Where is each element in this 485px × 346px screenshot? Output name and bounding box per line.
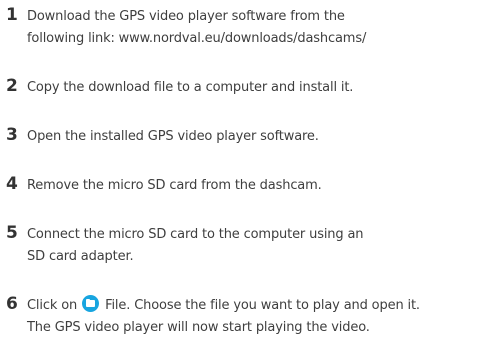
step-text-before-icon: Click on xyxy=(27,298,78,313)
step-number: 2 xyxy=(6,76,18,96)
step-text-line: Click on File. Choose the file you want … xyxy=(27,295,420,317)
step-text: Download the GPS video player software f… xyxy=(27,6,366,50)
step-text-line: The GPS video player will now start play… xyxy=(27,320,370,335)
step-text-line: Open the installed GPS video player soft… xyxy=(27,129,319,144)
step-text-line: Copy the download file to a computer and… xyxy=(27,80,354,95)
step-text-line: Download the GPS video player software f… xyxy=(27,9,345,24)
folder-icon xyxy=(82,295,100,312)
step-text: Remove the micro SD card from the dashca… xyxy=(27,175,322,197)
step-number: 6 xyxy=(6,294,18,314)
step-text-line: following link: www.nordval.eu/downloads… xyxy=(27,31,367,46)
step-text-line: Connect the micro SD card to the compute… xyxy=(27,227,364,242)
step-text-line: SD card adapter. xyxy=(27,249,134,264)
step-text: Click on File. Choose the file you want … xyxy=(27,295,420,339)
step-number: 1 xyxy=(6,5,18,25)
step-number: 4 xyxy=(6,174,18,194)
step-number: 5 xyxy=(6,223,18,243)
step-text-line: Remove the micro SD card from the dashca… xyxy=(27,178,322,193)
step-text: Connect the micro SD card to the compute… xyxy=(27,224,364,268)
step-text-after-icon: File. Choose the file you want to play a… xyxy=(105,298,420,313)
step-text: Open the installed GPS video player soft… xyxy=(27,126,319,148)
step-text: Copy the download file to a computer and… xyxy=(27,77,353,99)
step-number: 3 xyxy=(6,125,18,145)
